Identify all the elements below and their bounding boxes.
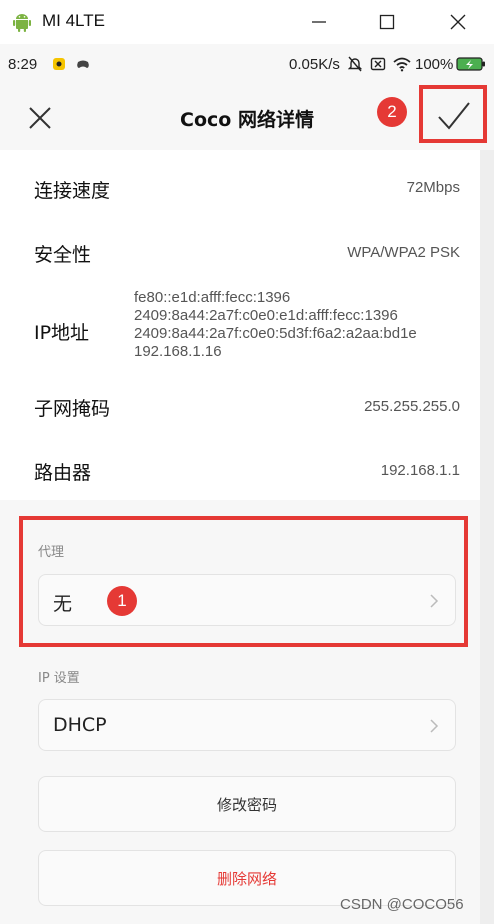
detail-label: 连接速度 xyxy=(34,180,111,202)
detail-value: 255.255.255.0 xyxy=(364,398,460,415)
close-window-button[interactable] xyxy=(444,8,472,36)
ip-address-line: 192.168.1.16 xyxy=(134,343,222,360)
detail-row-link-speed: 连接速度 72Mbps xyxy=(0,150,480,222)
ip-address-line: 2409:8a44:2a7f:c0e0:e1d:afff:fecc:1396 xyxy=(134,307,398,324)
minimize-icon xyxy=(312,21,326,23)
status-time: 8:29 xyxy=(8,56,38,73)
silent-bell-icon xyxy=(348,56,362,72)
maximize-icon xyxy=(379,14,395,30)
detail-value: WPA/WPA2 PSK xyxy=(347,244,460,261)
notification-app-icon xyxy=(53,58,65,70)
window-title: MI 4LTE xyxy=(42,11,105,30)
chevron-right-icon xyxy=(430,719,439,733)
annotation-badge-2: 2 xyxy=(377,97,407,127)
ip-address-line: 2409:8a44:2a7f:c0e0:5d3f:f6a2:a2aa:bd1e xyxy=(134,325,417,342)
battery-percent: 100% xyxy=(415,56,454,73)
notification-game-icon xyxy=(77,60,89,68)
minimize-button[interactable] xyxy=(305,8,333,36)
annotation-box-proxy xyxy=(19,516,468,647)
modify-password-button[interactable]: 修改密码 xyxy=(38,776,456,832)
ip-settings-value: DHCP xyxy=(53,714,107,736)
detail-label: 子网掩码 xyxy=(34,398,111,420)
detail-label: 安全性 xyxy=(34,244,92,266)
network-details-card: 连接速度 72Mbps 安全性 WPA/WPA2 PSK IP地址 fe80::… xyxy=(0,150,480,500)
wifi-icon xyxy=(393,57,411,72)
detail-row-subnet-mask: 子网掩码 255.255.255.0 xyxy=(0,374,480,436)
detail-label: IP地址 xyxy=(34,322,90,344)
detail-row-ip-address: IP地址 fe80::e1d:afff:fecc:1396 2409:8a44:… xyxy=(0,284,480,374)
battery-charging-icon xyxy=(456,57,485,71)
detail-value: 192.168.1.1 xyxy=(380,462,460,479)
watermark: CSDN @COCO56 xyxy=(340,896,464,913)
ip-settings-label: IP 设置 xyxy=(38,671,80,686)
ip-address-line: fe80::e1d:afff:fecc:1396 xyxy=(134,289,291,306)
annotation-box-confirm xyxy=(419,85,487,143)
detail-row-router: 路由器 192.168.1.1 xyxy=(0,436,480,500)
detail-label: 路由器 xyxy=(34,462,92,484)
detail-row-security: 安全性 WPA/WPA2 PSK xyxy=(0,222,480,284)
android-icon xyxy=(13,14,31,32)
ip-settings-select[interactable]: DHCP xyxy=(38,699,456,751)
ip-address-list: fe80::e1d:afff:fecc:1396 2409:8a44:2a7f:… xyxy=(134,289,417,361)
network-speed: 0.05K/s xyxy=(289,56,340,73)
scrollbar[interactable] xyxy=(480,150,494,924)
no-sim-icon xyxy=(370,57,386,71)
close-icon xyxy=(450,14,466,30)
window-titlebar: MI 4LTE xyxy=(0,0,494,44)
annotation-badge-1: 1 xyxy=(107,586,137,616)
maximize-button[interactable] xyxy=(373,8,401,36)
detail-value: 72Mbps xyxy=(406,179,460,196)
status-bar: 8:29 0.05K/s 100% xyxy=(0,44,494,84)
